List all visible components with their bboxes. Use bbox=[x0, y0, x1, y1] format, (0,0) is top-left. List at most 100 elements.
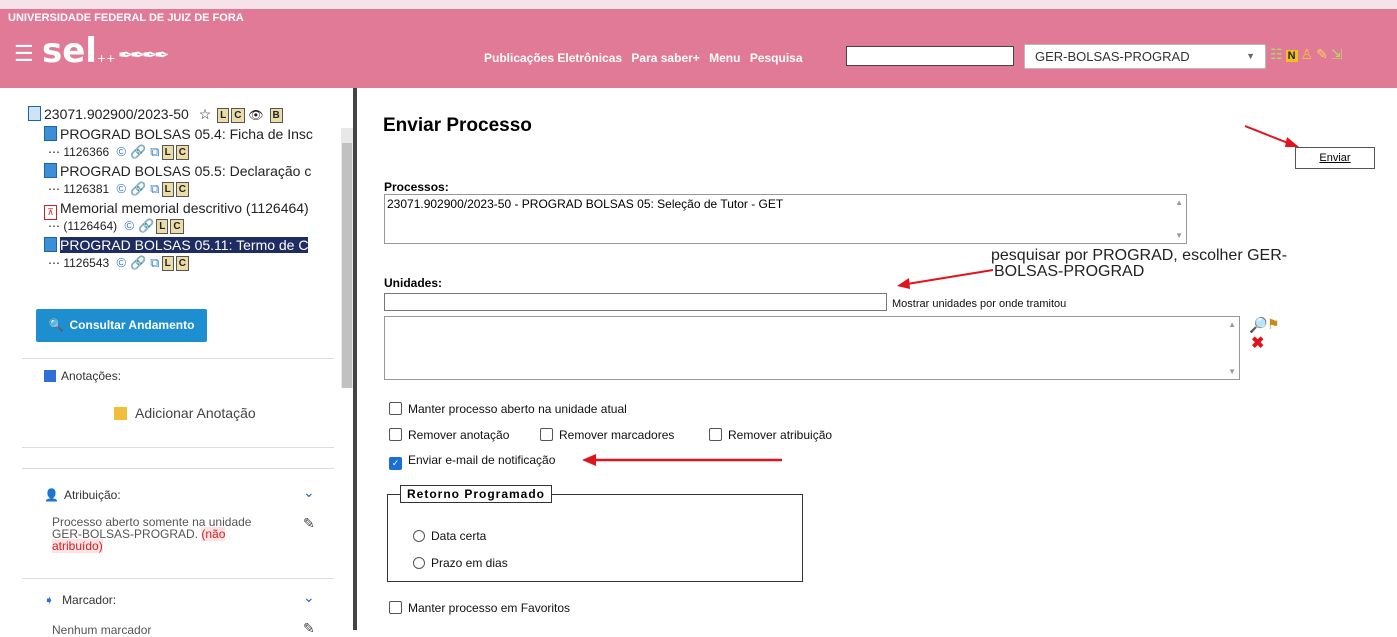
search-input[interactable] bbox=[846, 46, 1014, 66]
unidades-label: Unidades: bbox=[384, 276, 443, 290]
copy-icon[interactable]: ⧉ bbox=[150, 181, 159, 196]
scroll-down-icon[interactable]: ▼ bbox=[1175, 231, 1183, 240]
processos-label: Processos: bbox=[384, 180, 449, 194]
link-icon[interactable]: 🔗 bbox=[130, 144, 146, 159]
nav-para-saber[interactable]: Para saber+ bbox=[631, 51, 699, 65]
groups-icon[interactable]: ⚑ bbox=[1267, 316, 1280, 333]
left-scrollbar[interactable] bbox=[341, 128, 353, 388]
tree-node-3-id: ⋯ (1126464) © 🔗 L C bbox=[48, 218, 184, 234]
link-icon[interactable]: 🔗 bbox=[130, 181, 146, 196]
divider bbox=[22, 447, 334, 448]
atribuicao-section: 👤 Atribuição: bbox=[44, 488, 121, 502]
marcador-text: Nenhum marcador bbox=[52, 623, 152, 637]
mostrar-unidades-link[interactable]: Mostrar unidades por onde tramitou bbox=[892, 298, 1066, 310]
manter-favoritos-checkbox[interactable]: Manter processo em Favoritos bbox=[389, 601, 570, 615]
unit-select[interactable]: GER-BOLSAS-PROGRAD ▼ bbox=[1024, 44, 1266, 69]
nav-publicacoes[interactable]: Publicações Eletrônicas bbox=[484, 51, 622, 65]
user-icon: 👤 bbox=[44, 488, 59, 502]
search-icon: 🔍 bbox=[48, 318, 64, 332]
tree-node-2[interactable]: PROGRAD BOLSAS 05.5: Declaração c bbox=[44, 163, 340, 179]
remove-icon[interactable]: ✖ bbox=[1251, 333, 1264, 353]
remover-atribuicao-checkbox[interactable]: Remover atribuição bbox=[709, 428, 832, 442]
folder-icon bbox=[28, 106, 41, 121]
copy-icon[interactable]: ⧉ bbox=[150, 144, 159, 159]
copyright-icon[interactable]: © bbox=[117, 255, 127, 270]
tree-node-1-id: ⋯ 1126366 © 🔗 ⧉ L C bbox=[48, 144, 189, 160]
chevron-down-icon: ▼ bbox=[1246, 51, 1255, 61]
consultar-andamento-button[interactable]: 🔍 Consultar Andamento bbox=[36, 309, 207, 342]
atribuicao-text: Processo aberto somente na unidade GER-B… bbox=[52, 515, 252, 553]
tree-node-2-id: ⋯ 1126381 © 🔗 ⧉ L C bbox=[48, 181, 189, 197]
university-name: UNIVERSIDADE FEDERAL DE JUIZ DE FORA bbox=[8, 12, 244, 24]
tree-node-4[interactable]: PROGRAD BOLSAS 05.11: Termo de C bbox=[44, 237, 340, 253]
copy-icon[interactable]: ⧉ bbox=[150, 255, 159, 270]
top-strip bbox=[0, 0, 1397, 9]
badge-b[interactable]: B bbox=[269, 108, 283, 123]
tree-root[interactable]: 23071.902900/2023-50 ☆ LC 👁 B bbox=[28, 106, 283, 123]
manter-aberto-checkbox[interactable]: Manter processo aberto na unidade atual bbox=[389, 402, 627, 416]
document-icon bbox=[44, 163, 57, 178]
enviar-email-checkbox[interactable]: ✓ Enviar e-mail de notificação bbox=[389, 453, 555, 470]
divider bbox=[22, 358, 334, 359]
adicionar-anotacao[interactable]: Adicionar Anotação bbox=[114, 405, 256, 421]
edit-icon[interactable]: ✎ bbox=[303, 620, 315, 637]
pens-icon: ✒✒✒✒ bbox=[118, 45, 169, 65]
grid-icon[interactable]: ☷ bbox=[1270, 46, 1283, 62]
processos-value: 23071.902900/2023-50 - PROGRAD BOLSAS 05… bbox=[387, 197, 784, 211]
remover-marcadores-checkbox[interactable]: Remover marcadores bbox=[540, 428, 674, 442]
scroll-up-icon[interactable]: ▲ bbox=[1228, 320, 1236, 329]
toolbar-icons: ☷ N ♙ ✎ ⇲ bbox=[1270, 46, 1346, 63]
copyright-icon[interactable]: © bbox=[117, 181, 127, 196]
scroll-up-icon[interactable]: ▲ bbox=[1175, 198, 1183, 207]
badge-c[interactable]: C bbox=[231, 108, 245, 123]
left-pane: 23071.902900/2023-50 ☆ LC 👁 B PROGRAD BO… bbox=[0, 88, 353, 637]
note-icon bbox=[44, 370, 56, 382]
chevron-down-icon[interactable]: ⌄ bbox=[303, 484, 315, 501]
exit-icon[interactable]: ⇲ bbox=[1331, 46, 1343, 62]
remover-anotacao-checkbox[interactable]: Remover anotação bbox=[389, 428, 509, 442]
sticky-note-icon bbox=[114, 407, 127, 420]
red-arrow-icon bbox=[897, 269, 994, 289]
scroll-thumb[interactable] bbox=[342, 143, 352, 388]
enviar-button[interactable]: Enviar bbox=[1295, 147, 1375, 169]
link-icon[interactable]: 🔗 bbox=[138, 218, 154, 233]
edit-icon[interactable]: ✎ bbox=[303, 515, 315, 532]
nav-links: Publicações Eletrônicas Para saber+ Menu… bbox=[484, 51, 809, 65]
star-icon[interactable]: ☆ bbox=[199, 106, 212, 122]
main-panel: Enviar Processo Enviar Processos: 23071.… bbox=[357, 88, 1397, 630]
annotation-note: pesquisar por PROGRAD, escolher GER- BOLS… bbox=[991, 247, 1288, 280]
eye-icon[interactable]: 👁 bbox=[248, 108, 263, 122]
document-icon bbox=[44, 126, 57, 141]
wrench-icon[interactable]: ✎ bbox=[1316, 46, 1328, 62]
red-arrow-icon bbox=[1244, 125, 1299, 147]
copyright-icon[interactable]: © bbox=[117, 144, 127, 159]
nav-menu[interactable]: Menu bbox=[709, 51, 740, 65]
tree-root-label[interactable]: 23071.902900/2023-50 bbox=[44, 106, 189, 122]
divider bbox=[22, 578, 334, 579]
tree-node-4-id: ⋯ 1126543 © 🔗 ⧉ L C bbox=[48, 255, 189, 271]
unidades-input[interactable] bbox=[384, 293, 887, 311]
red-arrow-icon bbox=[582, 454, 782, 466]
data-certa-radio[interactable]: Data certa bbox=[413, 529, 486, 543]
sei-logo[interactable]: sel++ bbox=[42, 31, 115, 79]
user-icon[interactable]: ♙ bbox=[1301, 46, 1314, 62]
chevron-down-icon[interactable]: ⌄ bbox=[303, 589, 315, 606]
nav-pesquisa[interactable]: Pesquisa bbox=[750, 51, 803, 65]
document-icon bbox=[44, 237, 57, 252]
divider bbox=[22, 468, 334, 469]
marcador-section: ➧ Marcador: bbox=[44, 593, 117, 607]
scroll-down-icon[interactable]: ▼ bbox=[1228, 367, 1236, 376]
processos-textarea[interactable]: 23071.902900/2023-50 - PROGRAD BOLSAS 05… bbox=[384, 194, 1187, 244]
header: UNIVERSIDADE FEDERAL DE JUIZ DE FORA ☰ s… bbox=[0, 9, 1397, 88]
n-icon[interactable]: N bbox=[1285, 50, 1298, 62]
prazo-dias-radio[interactable]: Prazo em dias bbox=[413, 556, 508, 570]
tree-node-1[interactable]: PROGRAD BOLSAS 05.4: Ficha de Insc bbox=[44, 126, 340, 142]
unidades-list[interactable]: ▲ ▼ bbox=[384, 316, 1240, 380]
search-unit-icon[interactable]: 🔎 bbox=[1249, 316, 1268, 334]
page-title: Enviar Processo bbox=[383, 115, 532, 136]
menu-icon[interactable]: ☰ bbox=[14, 43, 34, 65]
badge-l[interactable]: L bbox=[217, 108, 230, 123]
link-icon[interactable]: 🔗 bbox=[130, 255, 146, 270]
tree-node-3[interactable]: ⊼ Memorial memorial descritivo (1126464) bbox=[44, 200, 340, 220]
copyright-icon[interactable]: © bbox=[125, 218, 135, 233]
